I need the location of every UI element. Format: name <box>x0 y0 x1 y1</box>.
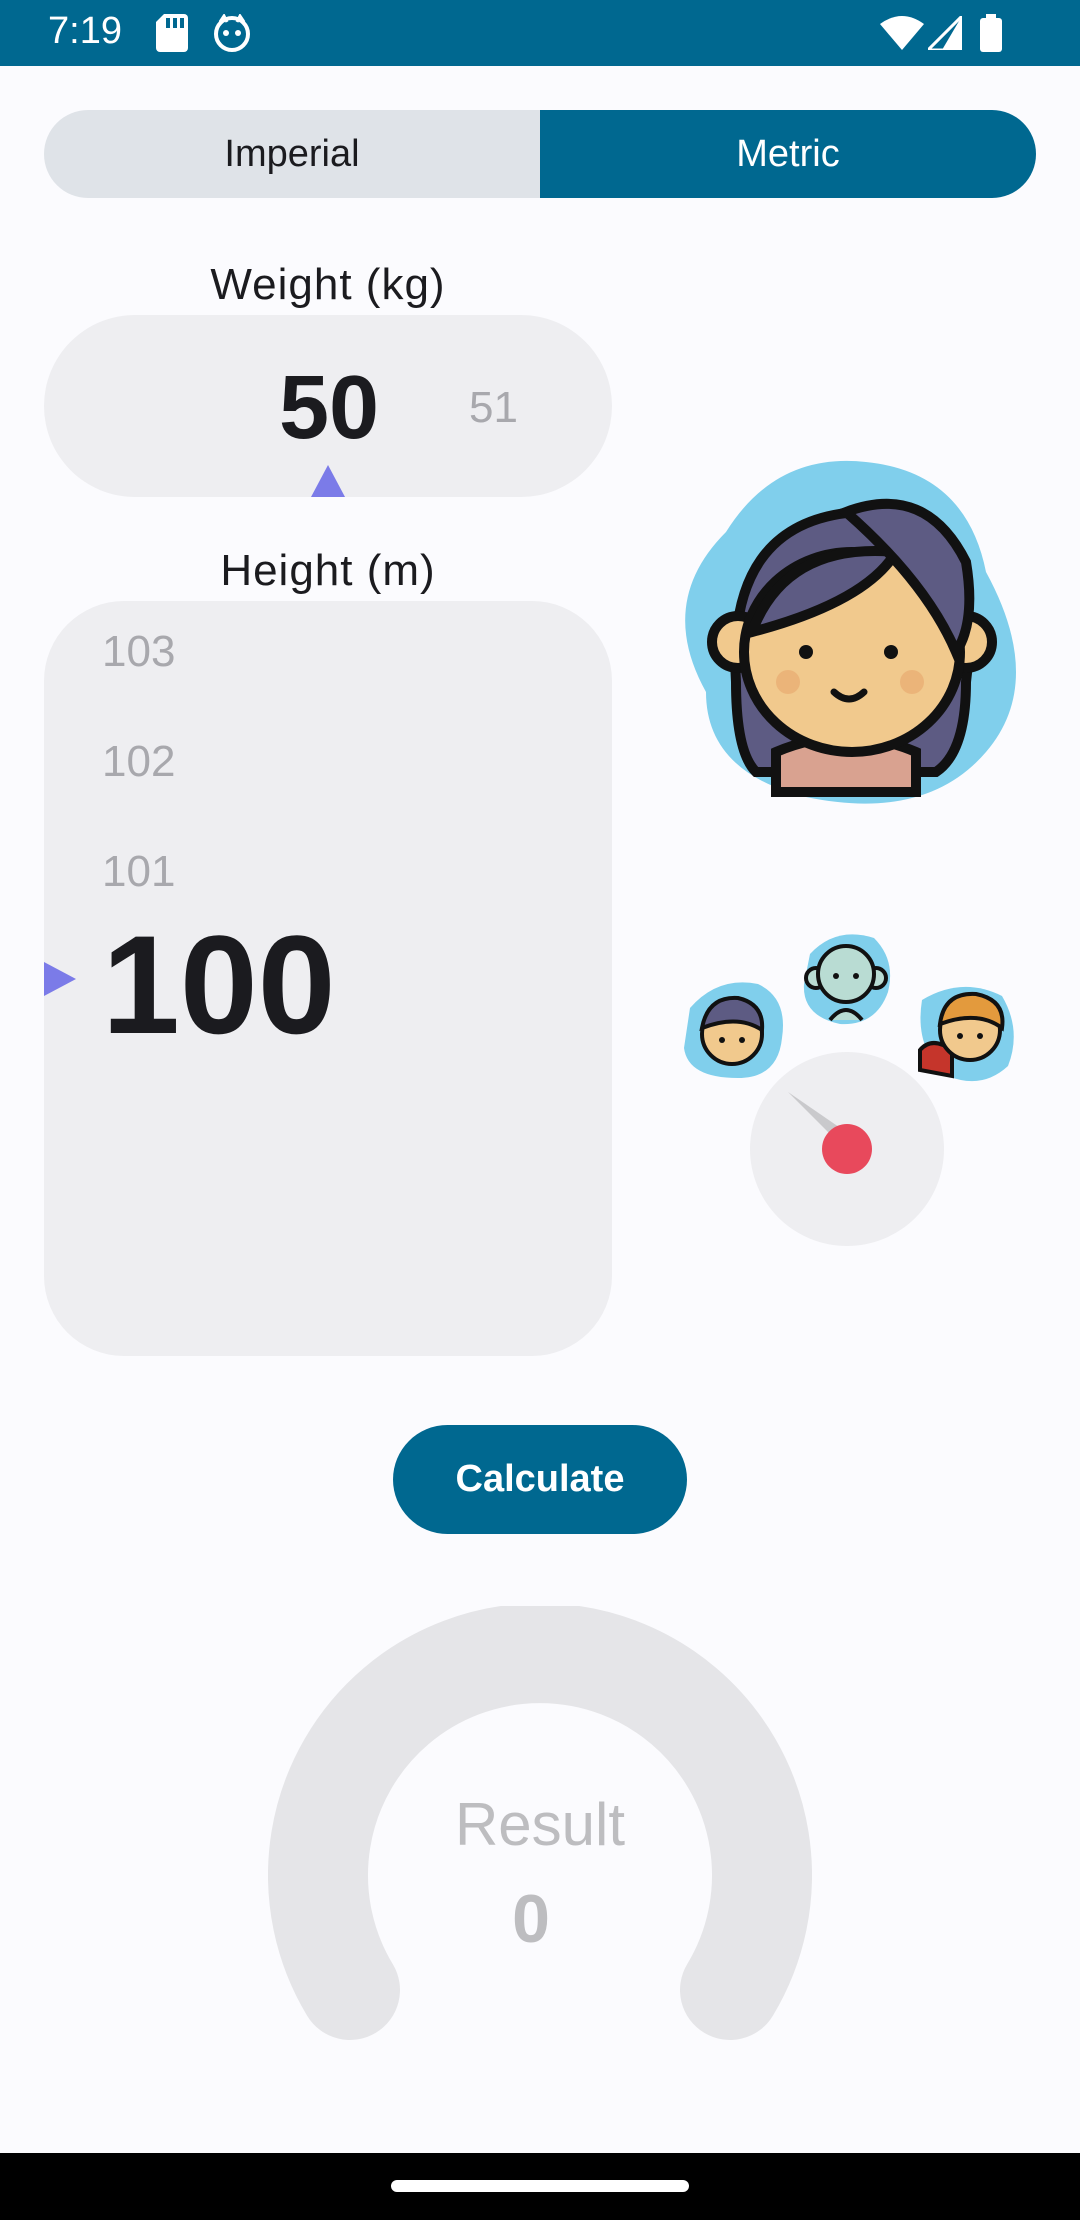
height-picker[interactable]: 103 102 101 100 <box>44 601 612 1356</box>
navigation-bar <box>0 2153 1080 2220</box>
android-cat-icon <box>214 14 250 52</box>
imperial-tab[interactable]: Imperial <box>44 110 540 198</box>
result-value: 0 <box>512 1881 550 1957</box>
result-label: Result <box>454 1791 626 1858</box>
height-option: 103 <box>102 627 176 676</box>
imperial-label: Imperial <box>224 132 360 175</box>
signal-icon <box>928 16 962 50</box>
weight-label: Weight (kg) <box>210 260 446 309</box>
status-bar: 7:19 <box>0 0 1080 66</box>
alien-small-icon[interactable] <box>796 930 896 1030</box>
metric-tab[interactable]: Metric <box>540 110 1036 198</box>
girl-avatar-icon <box>685 460 1016 804</box>
height-option: 102 <box>102 737 176 786</box>
sd-card-icon <box>156 14 188 52</box>
height-value: 100 <box>102 906 336 1063</box>
height-option: 101 <box>102 847 176 896</box>
weight-value: 50 <box>279 358 380 458</box>
height-indicator-icon <box>44 962 76 996</box>
weight-next-value: 51 <box>469 383 518 432</box>
status-time: 7:19 <box>48 10 122 52</box>
metric-label: Metric <box>736 132 840 175</box>
calculate-button[interactable]: Calculate <box>393 1425 687 1534</box>
unit-toggle[interactable]: Imperial Metric <box>44 110 1036 198</box>
home-handle[interactable] <box>391 2180 689 2192</box>
wifi-icon <box>880 16 924 50</box>
battery-icon <box>980 14 1002 52</box>
dial-selector-icon[interactable] <box>750 1052 944 1246</box>
height-label: Height (m) <box>220 546 436 595</box>
weight-indicator-icon <box>311 465 345 497</box>
